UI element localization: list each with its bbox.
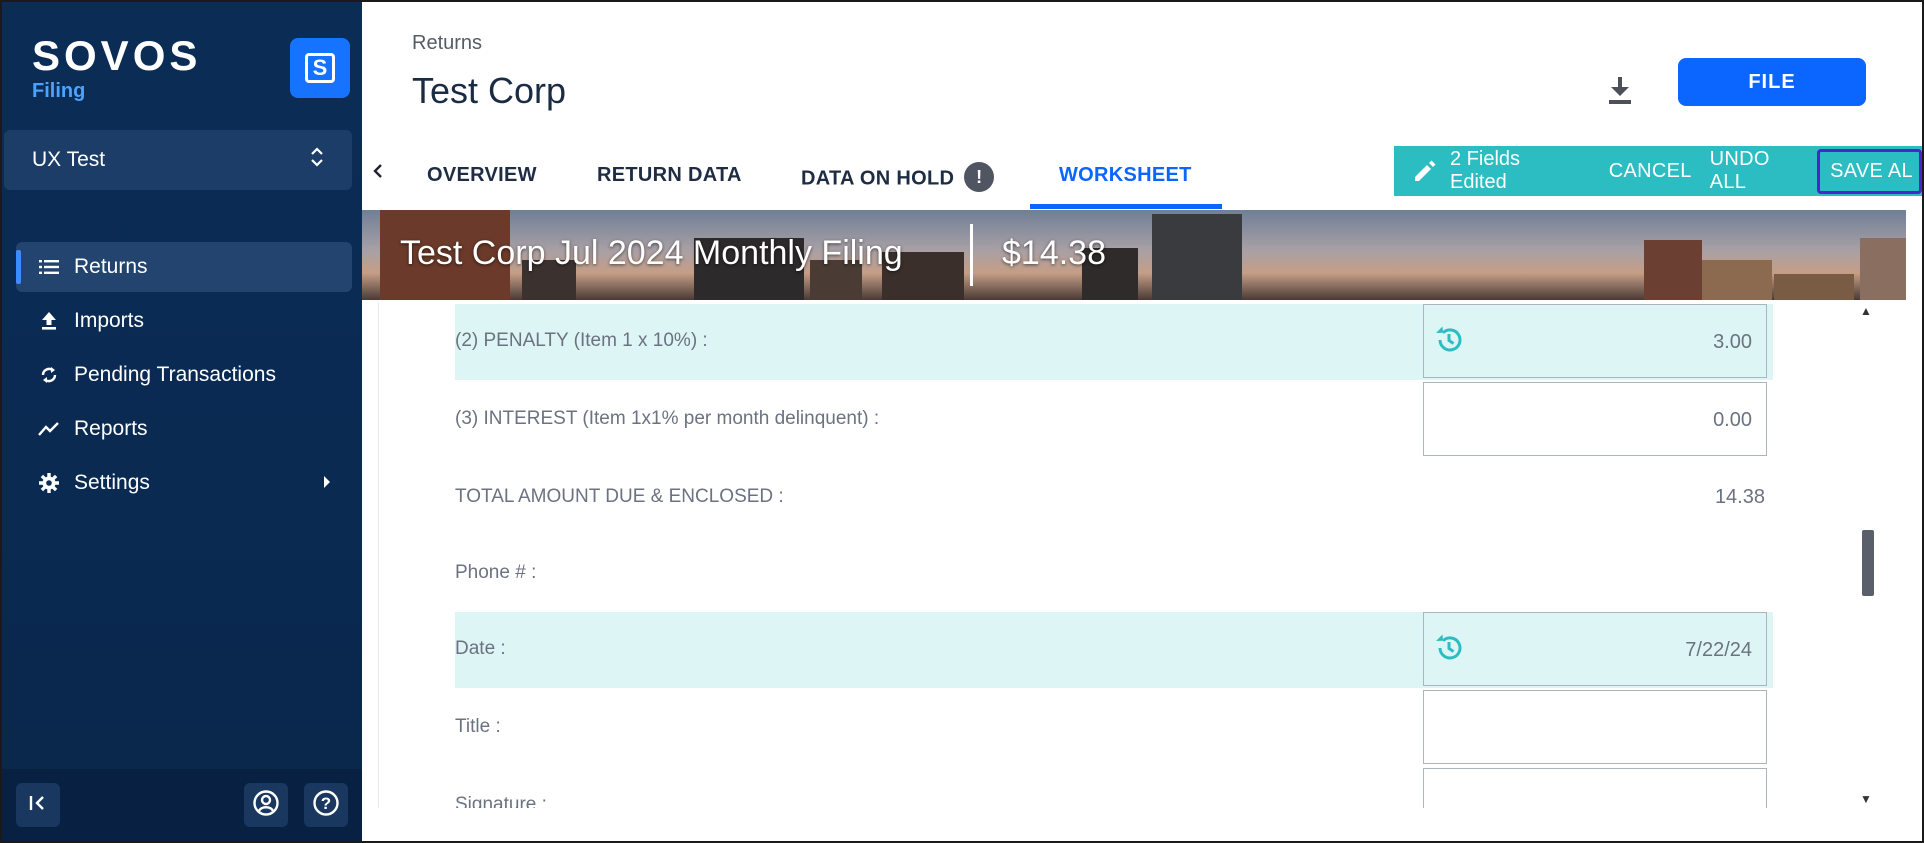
- skyline-building: [1860, 238, 1906, 300]
- unfold-icon: [310, 145, 324, 175]
- field-label: (2) PENALTY (Item 1 x 10%) :: [455, 330, 708, 351]
- upload-icon: [34, 311, 64, 331]
- history-icon[interactable]: [1434, 633, 1464, 668]
- date-input[interactable]: 7/22/24: [1423, 612, 1767, 686]
- org-name: UX Test: [32, 148, 106, 171]
- trend-icon: [34, 421, 64, 437]
- tab-worksheet[interactable]: WORKSHEET: [1059, 164, 1192, 187]
- cancel-button[interactable]: CANCEL: [1609, 160, 1692, 183]
- page-header: Returns Test Corp FILE: [362, 2, 1922, 137]
- edit-status-bar: 2 Fields Edited CANCEL UNDO ALL SAVE AL: [1394, 146, 1922, 196]
- scroll-up-arrow-icon[interactable]: ▲: [1860, 304, 1872, 318]
- app-window: SOVOS Filing S UX Test Returns Imports P…: [0, 0, 1924, 843]
- list-icon: [34, 259, 64, 275]
- worksheet-row-title: Title :: [455, 690, 1773, 766]
- filing-banner: Test Corp Jul 2024 Monthly Filing $14.38: [362, 210, 1906, 300]
- org-selector[interactable]: UX Test: [4, 130, 352, 190]
- account-icon: [252, 789, 280, 822]
- breadcrumb[interactable]: Returns: [412, 32, 482, 55]
- worksheet-row-total: TOTAL AMOUNT DUE & ENCLOSED : 14.38: [455, 460, 1773, 536]
- sidebar-item-label: Pending Transactions: [74, 363, 276, 386]
- scroll-down-arrow-icon[interactable]: ▼: [1860, 792, 1872, 806]
- filing-title: Test Corp Jul 2024 Monthly Filing: [400, 234, 903, 272]
- sidebar-item-pending-transactions[interactable]: Pending Transactions: [16, 350, 352, 400]
- edited-count: 2 Fields Edited: [1450, 148, 1521, 193]
- sidebar-item-label: Imports: [74, 309, 145, 332]
- tab-bar: OVERVIEW RETURN DATA DATA ON HOLD! WORKS…: [362, 136, 1922, 210]
- sidebar-item-imports[interactable]: Imports: [16, 296, 352, 346]
- pencil-icon: [1412, 158, 1438, 184]
- field-label: Title :: [455, 716, 501, 737]
- skyline-building: [1644, 240, 1702, 300]
- field-value: 0.00: [1713, 409, 1752, 431]
- field-value: 7/22/24: [1685, 639, 1752, 661]
- logo-subtitle: Filing: [32, 80, 86, 102]
- chevron-left-icon[interactable]: [372, 160, 384, 186]
- history-icon[interactable]: [1434, 325, 1464, 360]
- collapse-icon: [28, 794, 48, 817]
- worksheet-row-signature: Signature :: [455, 768, 1773, 808]
- skyline-building: [1702, 260, 1772, 300]
- field-value: 3.00: [1713, 331, 1752, 353]
- help-button[interactable]: ?: [304, 783, 348, 827]
- undo-all-button[interactable]: UNDO ALL: [1710, 148, 1799, 194]
- alert-icon: !: [964, 162, 995, 192]
- total-amount-value: 14.38: [1714, 486, 1765, 508]
- field-label: TOTAL AMOUNT DUE & ENCLOSED :: [455, 486, 784, 507]
- app-logo-icon[interactable]: S: [290, 38, 350, 98]
- logo-text: SOVOS: [32, 32, 202, 79]
- tab-label: DATA ON HOLD: [801, 167, 955, 190]
- tab-return-data[interactable]: RETURN DATA: [597, 164, 742, 187]
- file-button[interactable]: FILE: [1678, 58, 1866, 106]
- active-tab-indicator: [1030, 204, 1222, 209]
- sidebar-footer: ?: [2, 769, 362, 841]
- chevron-right-icon: [322, 471, 332, 495]
- worksheet-row-phone: Phone # :: [455, 536, 1773, 612]
- interest-input[interactable]: 0.00: [1423, 382, 1767, 456]
- field-label: Phone # :: [455, 562, 537, 583]
- svg-text:?: ?: [321, 794, 331, 813]
- sidebar: SOVOS Filing S UX Test Returns Imports P…: [2, 2, 362, 841]
- tab-overview[interactable]: OVERVIEW: [427, 164, 537, 187]
- save-all-button[interactable]: SAVE AL: [1817, 148, 1922, 194]
- account-button[interactable]: [244, 783, 288, 827]
- sidebar-item-label: Returns: [74, 255, 148, 278]
- title-input[interactable]: [1423, 690, 1767, 764]
- worksheet-row-penalty: (2) PENALTY (Item 1 x 10%) : 3.00: [455, 304, 1773, 380]
- worksheet-scrollbar[interactable]: ▲ ▼: [1856, 302, 1876, 808]
- sidebar-item-settings[interactable]: Settings: [16, 458, 352, 508]
- worksheet-row-date: Date : 7/22/24: [455, 612, 1773, 688]
- help-icon: ?: [312, 789, 340, 822]
- field-label: (3) INTEREST (Item 1x1% per month delinq…: [455, 408, 880, 429]
- worksheet-panel: (2) PENALTY (Item 1 x 10%) : 3.00 (3) IN…: [378, 302, 1847, 808]
- field-label: Date :: [455, 638, 506, 659]
- skyline-building: [1152, 214, 1242, 300]
- download-icon[interactable]: [1606, 74, 1634, 106]
- penalty-input[interactable]: 3.00: [1423, 304, 1767, 378]
- filing-amount: $14.38: [1002, 234, 1106, 272]
- sidebar-item-label: Reports: [74, 417, 148, 440]
- sidebar-item-label: Settings: [74, 471, 150, 494]
- sidebar-item-returns[interactable]: Returns: [16, 242, 352, 292]
- signature-input[interactable]: [1423, 768, 1767, 808]
- field-label: Signature :: [455, 794, 547, 808]
- sidebar-nav: Returns Imports Pending Transactions Rep…: [16, 242, 352, 512]
- sidebar-item-reports[interactable]: Reports: [16, 404, 352, 454]
- skyline-building: [1774, 274, 1854, 300]
- collapse-sidebar-button[interactable]: [16, 783, 60, 827]
- page-title: Test Corp: [412, 70, 567, 111]
- worksheet-row-interest: (3) INTEREST (Item 1x1% per month delinq…: [455, 382, 1773, 458]
- logo-badge-letter: S: [305, 53, 335, 83]
- gear-icon: [34, 472, 64, 494]
- scrollbar-thumb[interactable]: [1862, 530, 1874, 596]
- tab-data-on-hold[interactable]: DATA ON HOLD!: [801, 162, 995, 194]
- sync-icon: [34, 365, 64, 385]
- banner-divider: [970, 224, 973, 286]
